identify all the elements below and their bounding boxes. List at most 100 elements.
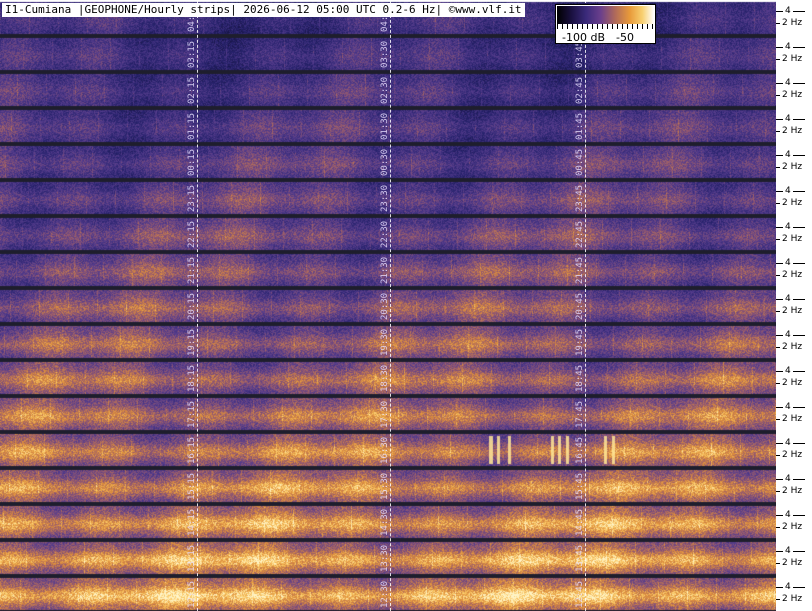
axis-tick-2 [776,59,780,60]
strip-time-label: 14:45 [575,508,585,536]
grid-line-3 [585,0,586,611]
strip-time-label: 12:45 [575,580,585,608]
axis-tick-4 [776,515,783,516]
strip-time-label: 02:45 [575,76,585,104]
strip-time-label: 21:45 [575,256,585,284]
axis-tick-2 [776,599,780,600]
axis-label-4: 4 [785,402,791,412]
axis-tick-2 [776,383,780,384]
axis-tick-2 [776,95,780,96]
strip-time-label: 01:30 [380,112,390,140]
strip-time-label: 19:45 [575,328,585,356]
axis-label-4: 4 [785,186,791,196]
axis-label-2hz: 2 Hz [782,522,803,532]
axis-label-4: 4 [785,510,791,520]
axis-tick-4 [776,335,783,336]
strip-time-label: 20:30 [380,292,390,320]
strip-time-label: 13:15 [187,544,197,572]
axis-tick-2 [776,419,780,420]
strip-time-label: 23:45 [575,184,585,212]
axis-label-4: 4 [785,474,791,484]
axis-label-2hz: 2 Hz [782,270,803,280]
axis-label-2hz: 2 Hz [782,486,803,496]
axis-tick-4-right [793,335,805,336]
strip-time-label: 20:15 [187,292,197,320]
axis-label-4: 4 [785,438,791,448]
strip-time-label: 02:30 [380,76,390,104]
axis-tick-4-right [793,551,805,552]
strip-time-label: 00:15 [187,148,197,176]
axis-label-2hz: 2 Hz [782,342,803,352]
plot-title: I1-Cumiana |GEOPHONE/Hourly strips| 2026… [2,3,525,17]
strip-time-label: 18:45 [575,364,585,392]
axis-tick-4 [776,299,783,300]
strip-time-label: 03:45 [575,40,585,68]
strip-time-label: 12:15 [187,580,197,608]
axis-label-2hz: 2 Hz [782,306,803,316]
strip-time-label: 23:30 [380,184,390,212]
strip-time-label: 18:15 [187,364,197,392]
axis-tick-2 [776,455,780,456]
spectrogram-view: 04:1504:3004:4503:1503:3003:4502:1502:30… [0,0,812,611]
axis-tick-4-right [793,155,805,156]
grid-line-1 [197,0,198,611]
strip-time-label: 16:30 [380,436,390,464]
axis-tick-4-right [793,227,805,228]
axis-tick-2 [776,527,780,528]
axis-tick-4 [776,371,783,372]
axis-tick-4-right [793,263,805,264]
axis-tick-4-right [793,515,805,516]
strip-time-label: 16:15 [187,436,197,464]
axis-tick-4 [776,47,783,48]
grid-line-2 [390,0,391,611]
axis-tick-2 [776,491,780,492]
strip-time-label: 18:30 [380,364,390,392]
axis-tick-4 [776,551,783,552]
colorbar: -100 dB -50 [555,4,656,44]
axis-tick-4-right [793,11,805,12]
strip-time-label: 21:30 [380,256,390,284]
axis-tick-4 [776,479,783,480]
axis-label-2hz: 2 Hz [782,126,803,136]
axis-label-4: 4 [785,582,791,592]
strip-time-label: 19:30 [380,328,390,356]
axis-tick-2 [776,23,780,24]
axis-tick-4-right [793,47,805,48]
axis-tick-4 [776,155,783,156]
axis-tick-4-right [793,479,805,480]
strip-time-label: 03:30 [380,40,390,68]
axis-tick-4 [776,227,783,228]
strip-time-label: 13:30 [380,544,390,572]
axis-label-2hz: 2 Hz [782,198,803,208]
axis-tick-4-right [793,587,805,588]
axis-tick-4-right [793,371,805,372]
strip-time-label: 14:15 [187,508,197,536]
strip-time-label: 01:15 [187,112,197,140]
axis-label-2hz: 2 Hz [782,378,803,388]
strip-time-label: 03:15 [187,40,197,68]
axis-label-2hz: 2 Hz [782,450,803,460]
axis-tick-2 [776,347,780,348]
axis-label-2hz: 2 Hz [782,414,803,424]
axis-label-4: 4 [785,6,791,16]
colorbar-gradient [557,6,654,24]
strip-time-label: 02:15 [187,76,197,104]
axis-tick-4-right [793,299,805,300]
strip-time-label: 23:15 [187,184,197,212]
axis-label-4: 4 [785,78,791,88]
axis-label-2hz: 2 Hz [782,54,803,64]
axis-label-4: 4 [785,294,791,304]
axis-label-4: 4 [785,366,791,376]
axis-tick-4 [776,263,783,264]
axis-tick-2 [776,203,780,204]
frequency-axis: 4 2 Hz 4 2 Hz 4 2 Hz 4 2 Hz 4 2 Hz 4 2 Hz 4 2 Hz 4 2 Hz… [776,0,812,611]
axis-tick-4-right [793,191,805,192]
axis-tick-4 [776,443,783,444]
axis-label-2hz: 2 Hz [782,18,803,28]
strip-time-label: 21:15 [187,256,197,284]
strip-time-label: 22:30 [380,220,390,248]
axis-tick-4 [776,407,783,408]
strip-time-label: 17:45 [575,400,585,428]
axis-tick-4 [776,191,783,192]
strip-time-label: 13:45 [575,544,585,572]
